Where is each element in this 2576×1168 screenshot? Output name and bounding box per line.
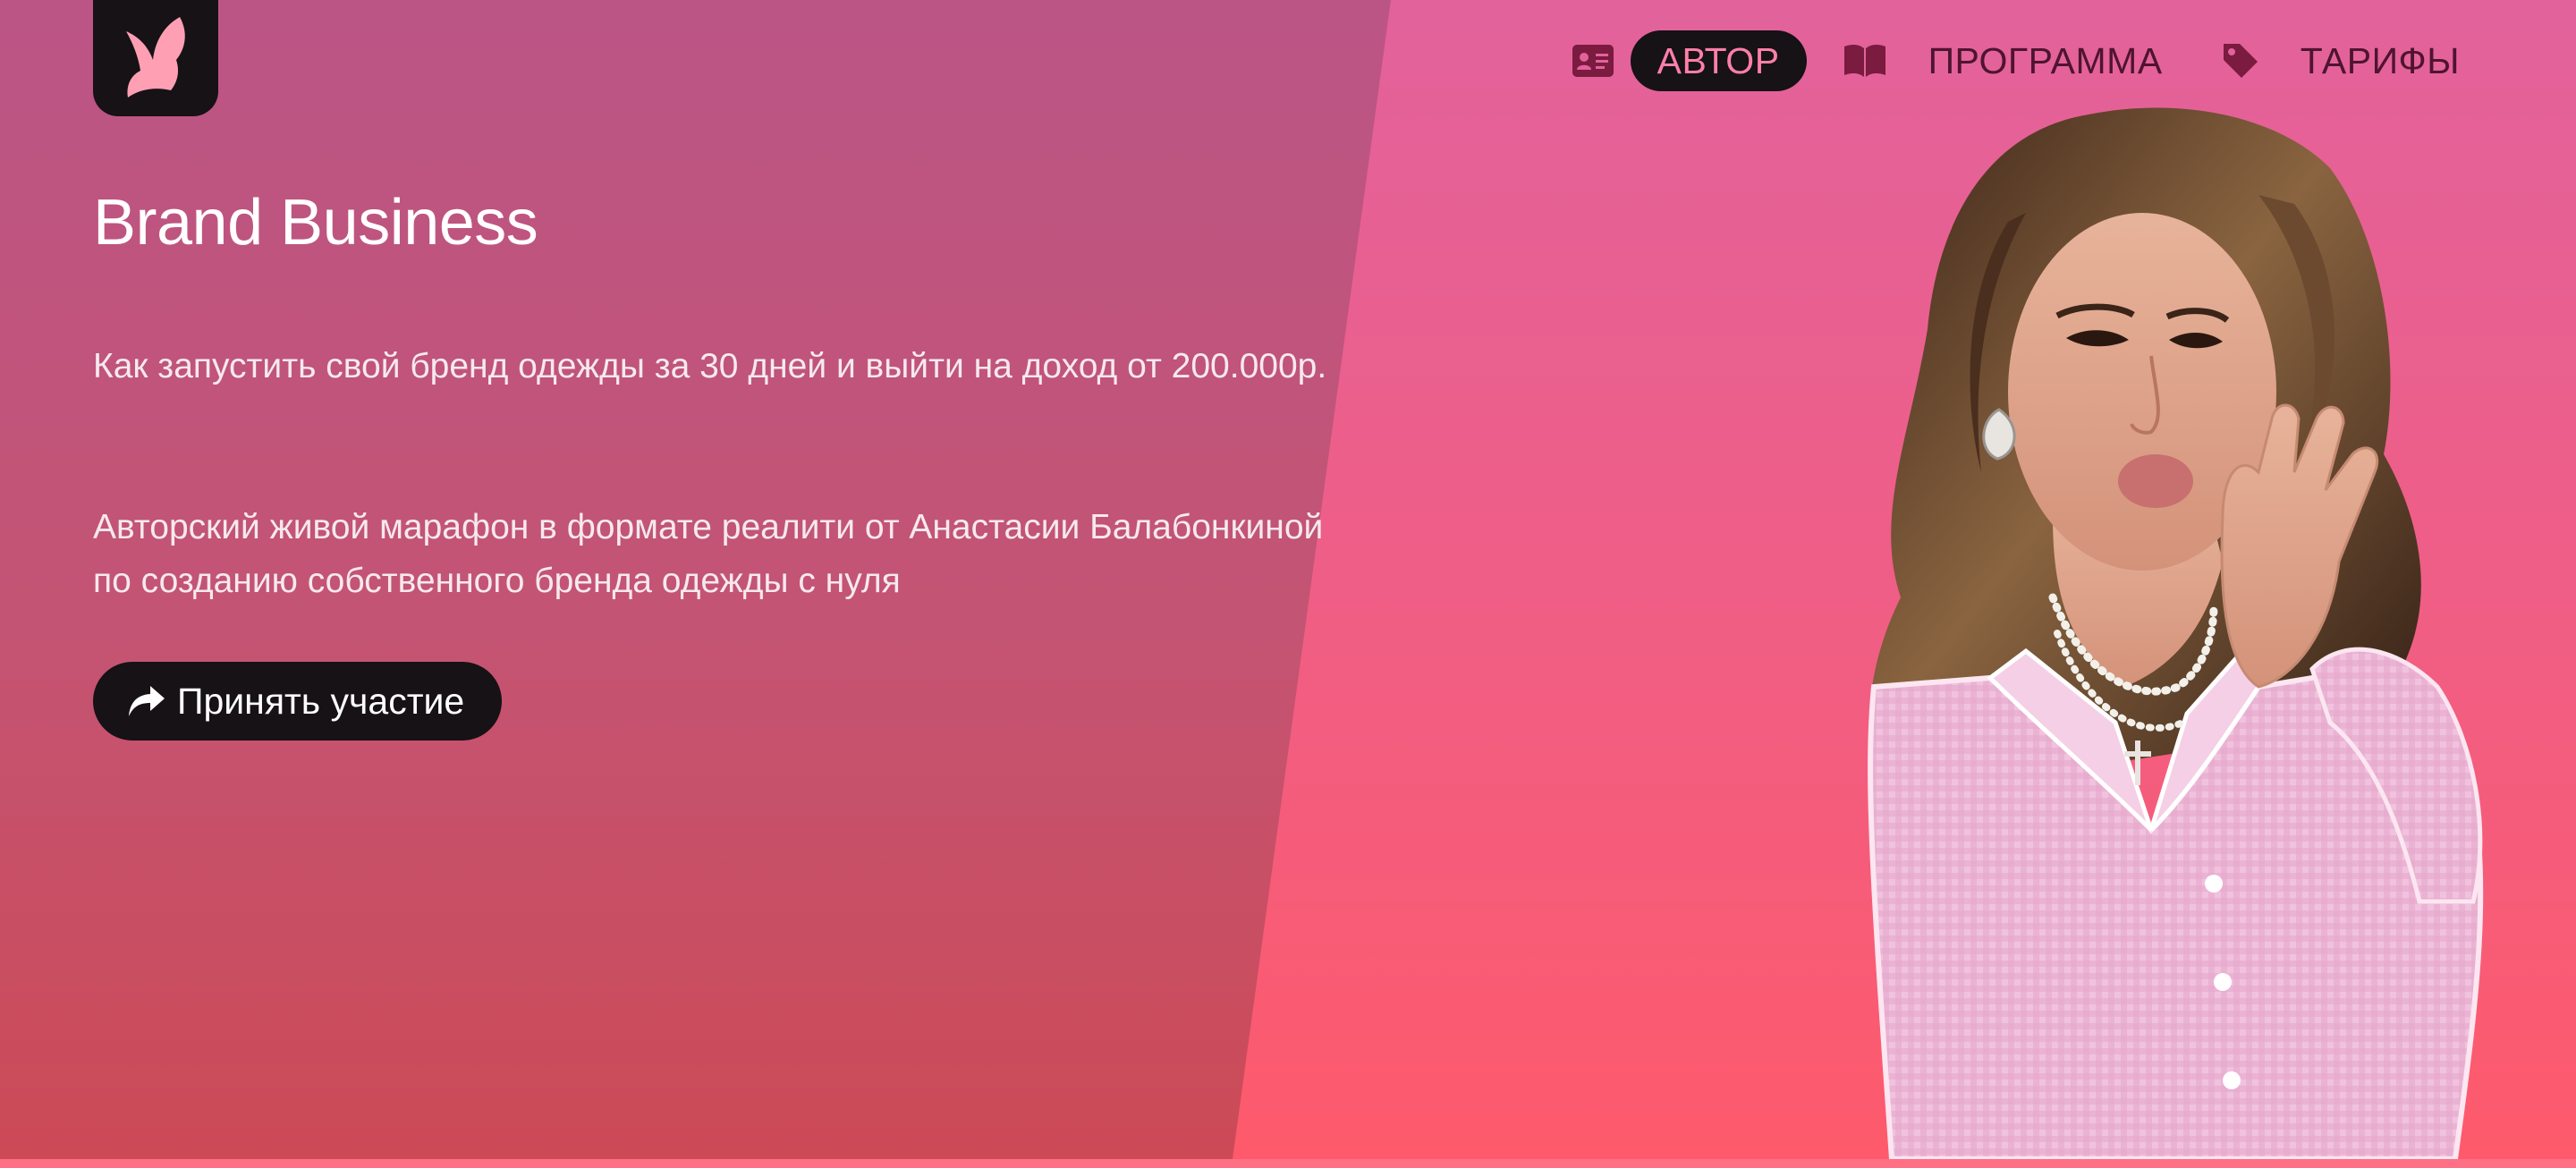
nav-item-author[interactable]: АВТОР <box>1572 30 1807 91</box>
nav-label-program: ПРОГРАММА <box>1928 39 2163 81</box>
nav-item-pricing[interactable]: ТАРИФЫ <box>2222 30 2460 91</box>
hero-description-2: Авторский живой марафон в формате реалит… <box>93 508 1324 600</box>
hero-description-1: Как запустить свой бренд одежды за 30 дн… <box>93 347 1327 385</box>
share-arrow-icon <box>127 684 166 718</box>
nav-label-pricing: ТАРИФЫ <box>2300 39 2460 81</box>
bottom-accent-strip <box>0 1159 2576 1168</box>
page-title: Brand Business <box>93 187 538 258</box>
hero-portrait-image <box>1868 107 2484 1159</box>
top-navigation: АВТОР ПРОГРАММА ТАРИФЫ <box>1572 30 2460 91</box>
brand-logo[interactable] <box>93 0 218 116</box>
nav-item-program[interactable]: ПРОГРАММА <box>1843 30 2163 91</box>
nav-label-author: АВТОР <box>1630 30 1807 91</box>
join-button-label: Принять участие <box>177 680 465 722</box>
join-button[interactable]: Принять участие <box>93 662 503 741</box>
bird-icon <box>126 17 185 97</box>
id-card-icon <box>1572 44 1614 78</box>
hero-section: АВТОР ПРОГРАММА ТАРИФЫ Brand Business Ка… <box>0 0 2576 1168</box>
tag-icon <box>2222 42 2259 80</box>
book-icon <box>1843 43 1887 79</box>
